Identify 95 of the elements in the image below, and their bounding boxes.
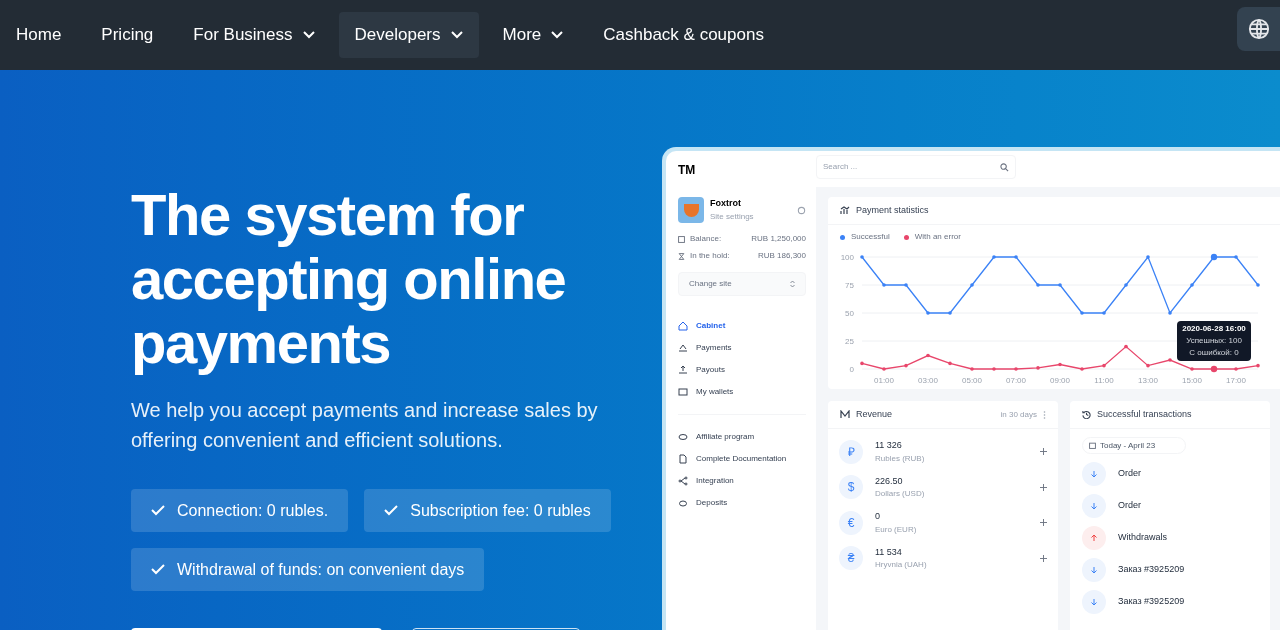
hero-subtitle: We help you accept payments and increase sales by offering convenient and efficient solutions.	[131, 398, 599, 453]
x-tick-label: 07:00	[1006, 376, 1026, 385]
x-tick-label: 01:00	[874, 376, 894, 385]
transaction-label: Order	[1118, 467, 1141, 481]
x-tick-label: 11:00	[1094, 376, 1114, 385]
amount: 0	[875, 510, 881, 523]
hourglass-icon	[678, 252, 685, 260]
currency-icon: $	[839, 475, 863, 500]
plus-icon[interactable]	[1040, 483, 1047, 491]
y-tick-label: 75	[845, 281, 854, 290]
tooltip-text: С ошибкой: 0	[1189, 346, 1239, 359]
currency-name: Rubles (RUB)	[875, 452, 926, 465]
arrow-down-icon	[1082, 590, 1106, 614]
chart-icon	[840, 206, 850, 215]
currency-name: Dollars (USD)	[875, 488, 926, 500]
plus-icon[interactable]	[1040, 519, 1047, 527]
nav-item[interactable]: For Business	[177, 12, 331, 58]
sort-icon	[790, 280, 795, 288]
check-icon	[151, 564, 165, 575]
nav-item[interactable]: Home	[0, 12, 78, 58]
card-title: Payment statistics	[856, 203, 929, 217]
tooltip-date: 2020-06-28 16:00	[1182, 322, 1246, 335]
balance-label: Balance:	[690, 233, 723, 245]
menu-item[interactable]: Deposits	[678, 497, 806, 509]
y-tick-label: 0	[849, 365, 854, 374]
nav-item[interactable]: Developers	[338, 12, 479, 58]
plus-icon[interactable]	[1040, 554, 1047, 562]
menu-item[interactable]: Affiliate program	[678, 431, 806, 443]
nav-item[interactable]: Cashback & coupons	[587, 12, 780, 58]
y-tick-label: 50	[845, 309, 854, 318]
menu-item[interactable]: My wallets	[678, 386, 806, 398]
balance-label: In the hold:	[690, 250, 731, 262]
currency-icon: ₴	[839, 546, 863, 571]
tooltip-text: Успешных: 100	[1186, 334, 1242, 347]
logo: TM	[678, 162, 697, 179]
menu-item[interactable]: Payouts	[678, 364, 806, 376]
x-tick-label: 09:00	[1050, 376, 1070, 385]
search-input[interactable]: Search ...	[823, 161, 983, 173]
y-tick-label: 25	[845, 337, 854, 346]
feature-text: Withdrawal of funds: on convenient days	[177, 559, 465, 580]
menu-item[interactable]: Payments	[678, 342, 806, 354]
x-tick-label: 13:00	[1138, 376, 1158, 385]
amount: 226.50	[875, 474, 904, 488]
x-tick-label: 17:00	[1226, 376, 1246, 385]
y-tick-label: 100	[840, 253, 854, 262]
currency-icon: €	[839, 510, 863, 535]
legend-label: Successful	[851, 231, 890, 243]
amount: 11 326	[875, 439, 903, 452]
language-button[interactable]	[1237, 7, 1280, 51]
home-icon	[678, 321, 688, 331]
card-title: Revenue	[856, 407, 894, 421]
change-site-dropdown[interactable]: Change site	[678, 272, 806, 296]
legend-label: With an error	[914, 231, 961, 243]
arrow-down-icon	[1082, 462, 1106, 486]
card-title: Successful transactions	[1097, 407, 1192, 421]
balance-value: RUB 1,250,000	[751, 233, 806, 245]
menu-item[interactable]: Cabinet	[678, 320, 806, 332]
currency-name: Hryvnia (UAH)	[875, 559, 928, 571]
x-tick-label: 05:00	[962, 376, 982, 385]
date-range: Today - April 23	[1100, 439, 1156, 452]
globe-icon	[1247, 18, 1270, 40]
history-icon	[1082, 410, 1091, 419]
search-field[interactable]: Search ...	[816, 155, 1016, 179]
check-icon	[151, 505, 165, 516]
site-name: Foxtrot	[710, 197, 742, 211]
arrow-down-icon	[1082, 494, 1106, 518]
x-tick-label: 15:00	[1182, 376, 1202, 385]
balance-value: RUB 186,300	[757, 250, 806, 262]
menu-item[interactable]: Complete Documentation	[678, 453, 806, 465]
transaction-label: Order	[1118, 499, 1141, 513]
network-icon	[678, 476, 688, 486]
document-icon	[678, 454, 688, 464]
hero-heading: The system for accepting online payments	[131, 183, 567, 375]
transaction-label: Withdrawals	[1118, 531, 1167, 545]
feature-text: Connection: 0 rubles.	[177, 500, 329, 521]
plus-icon[interactable]	[1040, 448, 1047, 456]
feature-text: Subscription fee: 0 rubles	[410, 500, 591, 521]
search-icon	[1000, 162, 1009, 172]
site-caption: Site settings	[710, 210, 755, 223]
arrow-up-icon	[1082, 526, 1106, 550]
revenue-icon	[840, 410, 850, 419]
arrow-down-icon	[1082, 558, 1106, 582]
transaction-label: Заказ #3925209	[1118, 563, 1185, 577]
period-label: in 30 days	[1000, 408, 1037, 421]
transaction-label: Заказ #3925209	[1118, 595, 1185, 609]
currency-name: Euro (EUR)	[875, 523, 918, 536]
check-icon	[384, 505, 399, 516]
currency-icon: ₽	[839, 439, 863, 464]
nav-item[interactable]: More	[486, 12, 580, 58]
nav-item[interactable]: Pricing	[85, 12, 170, 58]
menu-item[interactable]: Integration	[678, 475, 806, 487]
amount: 11 534	[875, 545, 903, 559]
upload-icon	[678, 365, 688, 375]
x-tick-label: 03:00	[918, 376, 938, 385]
calendar-icon	[1089, 442, 1096, 449]
